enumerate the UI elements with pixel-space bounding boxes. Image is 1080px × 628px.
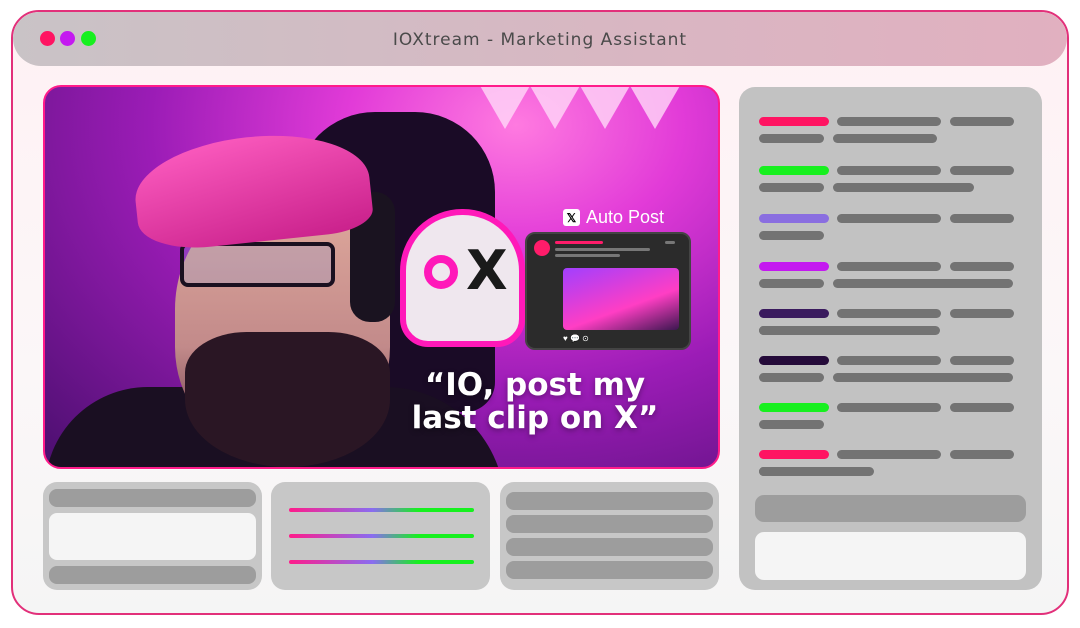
placeholder-bar <box>49 566 256 584</box>
sidebar-row-line <box>833 134 937 143</box>
sidebar-row-line <box>837 166 941 175</box>
sidebar-row-accent <box>759 356 829 365</box>
video-preview[interactable]: 𝕏 Auto Post ♥ 💬 ⊙ X “IO, post my last cl… <box>43 85 720 469</box>
auto-post-label: 𝕏 Auto Post <box>563 207 664 228</box>
sidebar-row-line <box>759 373 824 382</box>
post-username-line <box>555 241 603 244</box>
light-panel <box>525 87 585 129</box>
sidebar-row-line <box>837 262 941 271</box>
sidebar-row-accent <box>759 403 829 412</box>
sidebar-row-line <box>837 117 941 126</box>
voice-command-caption: “IO, post my last clip on X” <box>375 369 695 435</box>
iox-mascot-logo: X <box>400 209 525 347</box>
app-window: IOXtream - Marketing Assistant 𝕏 Auto Po… <box>11 10 1069 615</box>
post-text-line <box>555 248 650 251</box>
sidebar-row-line <box>837 309 941 318</box>
gradient-line <box>289 534 474 538</box>
bottom-panel-form <box>43 482 262 590</box>
post-actions-icon: ♥ 💬 ⊙ <box>563 334 589 343</box>
list-item[interactable] <box>506 561 713 579</box>
gradient-line <box>289 508 474 512</box>
sidebar-row-line <box>950 214 1014 223</box>
sidebar-row-line <box>950 403 1014 412</box>
sidebar-row-line <box>833 373 1013 382</box>
social-post-card: ♥ 💬 ⊙ <box>525 232 691 350</box>
sidebar-row-line <box>759 279 824 288</box>
list-item[interactable] <box>506 492 713 510</box>
sidebar-row-line <box>950 356 1014 365</box>
sidebar <box>739 87 1042 590</box>
sidebar-row-line <box>759 467 874 476</box>
sidebar-action-bar[interactable] <box>755 495 1026 522</box>
sidebar-row-line <box>759 420 824 429</box>
placeholder-bar <box>49 489 256 507</box>
sidebar-row-line <box>759 134 824 143</box>
sidebar-row-line <box>950 309 1014 318</box>
sidebar-row-accent <box>759 166 829 175</box>
sidebar-row-line <box>833 183 974 192</box>
sidebar-row-accent <box>759 262 829 271</box>
sidebar-row-line <box>759 231 824 240</box>
light-panel <box>475 87 535 129</box>
sidebar-row-line <box>950 262 1014 271</box>
sidebar-row-line <box>837 450 941 459</box>
post-clip-thumbnail <box>563 268 679 330</box>
mascot-x-icon: X <box>466 239 508 302</box>
x-logo-icon: 𝕏 <box>563 209 580 226</box>
bottom-panel-list <box>500 482 719 590</box>
sidebar-row-line <box>759 326 940 335</box>
sidebar-row-line <box>759 183 824 192</box>
sidebar-row-line <box>837 356 941 365</box>
sidebar-row-line <box>950 117 1014 126</box>
caption-line-1: “IO, post my <box>424 367 646 403</box>
sidebar-row-accent <box>759 450 829 459</box>
post-menu-line <box>665 241 675 244</box>
streamer-beard <box>185 332 390 467</box>
light-panel <box>625 87 685 129</box>
list-item[interactable] <box>506 515 713 533</box>
mascot-o-icon <box>424 255 458 289</box>
post-text-line <box>555 254 620 257</box>
bottom-panel-analytics <box>271 482 490 590</box>
caption-line-2: last clip on X” <box>411 400 659 436</box>
streamer-glasses <box>180 242 335 287</box>
sidebar-row-line <box>837 214 941 223</box>
sidebar-row-accent <box>759 309 829 318</box>
light-panel <box>575 87 635 129</box>
window-title: IOXtream - Marketing Assistant <box>392 30 688 50</box>
avatar-icon <box>534 240 550 256</box>
sidebar-row-accent <box>759 214 829 223</box>
sidebar-input-field[interactable] <box>755 532 1026 580</box>
title-bar: IOXtream - Marketing Assistant <box>13 12 1067 66</box>
auto-post-text: Auto Post <box>586 207 665 227</box>
sidebar-row-accent <box>759 117 829 126</box>
input-field[interactable] <box>49 513 256 560</box>
sidebar-row-line <box>950 166 1014 175</box>
sidebar-row-line <box>837 403 941 412</box>
sidebar-row-line <box>950 450 1014 459</box>
list-item[interactable] <box>506 538 713 556</box>
gradient-line <box>289 560 474 564</box>
sidebar-row-line <box>833 279 1013 288</box>
